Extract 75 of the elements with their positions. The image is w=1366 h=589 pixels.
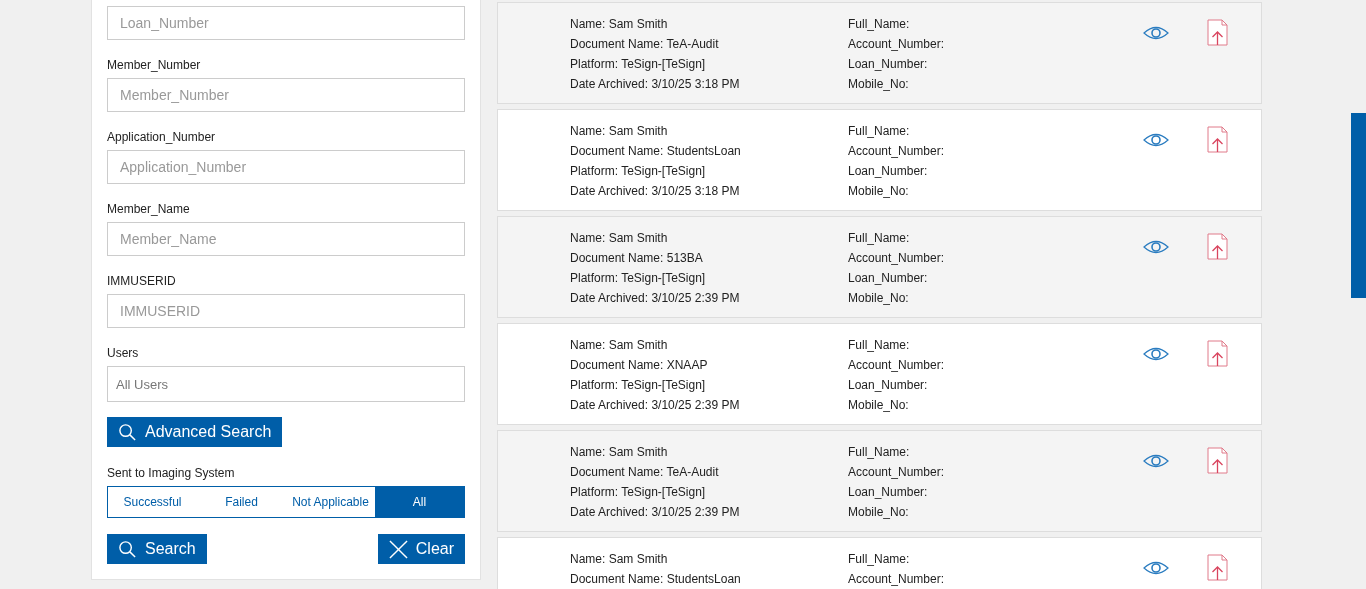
field-text: Account_Number: [848,464,946,481]
search-icon [118,422,137,442]
view-icon[interactable] [1143,560,1169,576]
detail-text: Platform: TeSign-[TeSign] [570,484,707,501]
detail-text: Date Archived: 3/10/25 2:39 PM [570,504,741,521]
detail-text: Platform: TeSign-[TeSign] [570,270,707,287]
field-label: Member_Number [107,58,202,72]
field-text: Account_Number: [848,250,946,267]
detail-text: Name: Sam Smith [570,16,669,33]
field-text: Full_Name: [848,16,911,33]
filter-label: Sent to Imaging System [107,466,236,480]
detail-text: Name: Sam Smith [570,551,669,568]
view-icon[interactable] [1143,239,1169,255]
field-label: IMMUSERID [107,274,177,288]
file-upload-icon[interactable] [1207,554,1228,581]
detail-text: Date Archived: 3/10/25 3:18 PM [570,76,741,93]
file-upload-icon[interactable] [1207,447,1228,474]
input-field[interactable]: Application_Number [107,150,465,184]
input-field[interactable]: Member_Number [107,78,465,112]
view-icon[interactable] [1143,453,1169,469]
field-text: Loan_Number: [848,163,929,180]
field-text: Full_Name: [848,230,911,247]
field-text: Mobile_No: [848,183,910,200]
detail-text: Platform: TeSign-[TeSign] [570,163,707,180]
field-text: Loan_Number: [848,377,929,394]
advanced-search-button[interactable]: Advanced Search [107,417,283,447]
detail-text: Document Name: TeA-Audit [570,464,720,481]
field-text: Full_Name: [848,551,911,568]
detail-text: Document Name: TeA-Audit [570,36,720,53]
field-text: Loan_Number: [848,56,929,73]
detail-text: Platform: TeSign-[TeSign] [570,377,707,394]
view-icon[interactable] [1143,132,1169,148]
field-text: Account_Number: [848,571,946,588]
field-text: Loan_Number: [848,484,929,501]
field-text: Mobile_No: [848,504,910,521]
field-label: Application_Number [107,130,217,144]
detail-text: Date Archived: 3/10/25 2:39 PM [570,397,741,414]
detail-text: Document Name: XNAAP [570,357,709,374]
file-upload-icon[interactable] [1207,19,1228,46]
detail-text: Document Name: StudentsLoan [570,571,742,588]
field-text: Mobile_No: [848,76,910,93]
detail-text: Name: Sam Smith [570,230,669,247]
field-text: Account_Number: [848,357,946,374]
detail-text: Name: Sam Smith [570,123,669,140]
users-select[interactable]: All Users [107,366,465,402]
field-label: Member_Name [107,202,191,216]
detail-text: Name: Sam Smith [570,337,669,354]
file-upload-icon[interactable] [1207,340,1228,367]
field-text: Full_Name: [848,444,911,461]
search-icon [118,539,137,559]
search-button[interactable]: Search [107,534,207,564]
detail-text: Document Name: StudentsLoan [570,143,742,160]
field-text: Mobile_No: [848,397,910,414]
filter-option[interactable]: All [375,487,464,517]
detail-text: Date Archived: 3/10/25 2:39 PM [570,290,741,307]
close-icon [388,539,408,559]
field-label: Users [107,346,140,360]
field-text: Full_Name: [848,123,911,140]
input-field[interactable]: Loan_Number [107,6,465,40]
detail-text: Name: Sam Smith [570,444,669,461]
view-icon[interactable] [1143,25,1169,41]
detail-text: Document Name: 513BA [570,250,704,267]
clear-button[interactable]: Clear [377,534,465,564]
detail-text: Date Archived: 3/10/25 3:18 PM [570,183,741,200]
file-upload-icon[interactable] [1207,126,1228,153]
field-text: Full_Name: [848,337,911,354]
detail-text: Platform: TeSign-[TeSign] [570,56,707,73]
field-text: Account_Number: [848,143,946,160]
file-upload-icon[interactable] [1207,233,1228,260]
field-text: Account_Number: [848,36,946,53]
field-text: Mobile_No: [848,290,910,307]
input-field[interactable]: IMMUSERID [107,294,465,328]
input-field[interactable]: Member_Name [107,222,465,256]
view-icon[interactable] [1143,346,1169,362]
field-text: Loan_Number: [848,270,929,287]
